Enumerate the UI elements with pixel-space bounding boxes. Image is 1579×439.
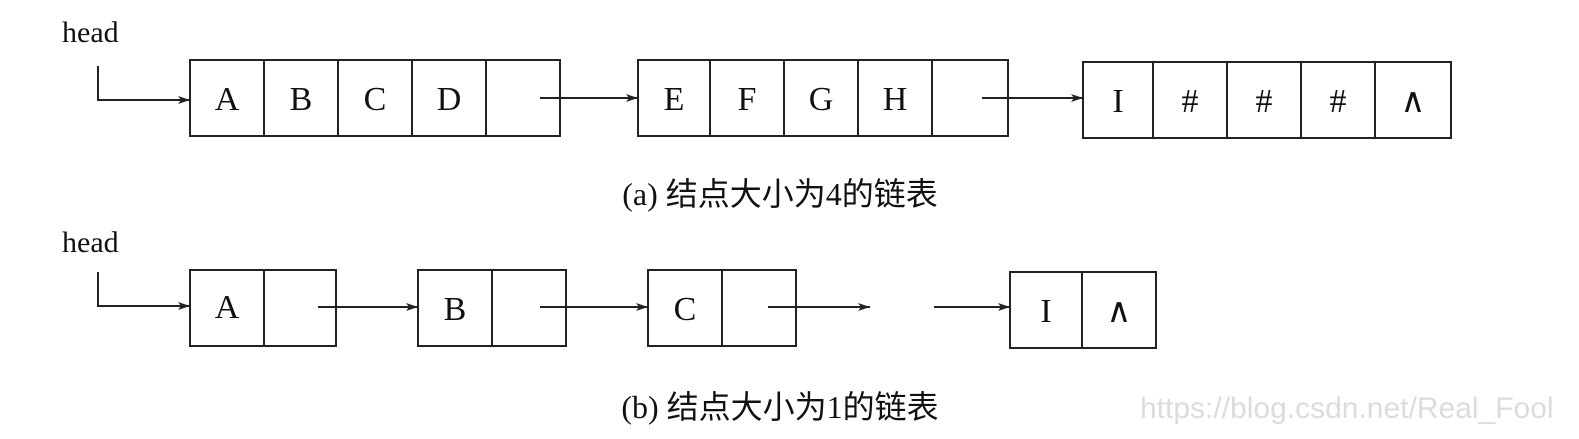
head-pointer-b bbox=[97, 272, 190, 310]
diagram-b: head A B C I ∧ (b) 结点大小为1的链表 bbox=[62, 226, 1157, 425]
node-cell-text: B bbox=[290, 81, 313, 118]
node-cell-text: C bbox=[364, 81, 387, 118]
linked-list-diagram: https://blog.csdn.net/Real_Fool head A B… bbox=[62, 16, 1554, 425]
head-label-a: head bbox=[62, 16, 119, 49]
node-a-1: E F G H bbox=[637, 59, 1009, 137]
node-cell-text: B bbox=[444, 291, 467, 328]
node-a-2: I # # # ∧ bbox=[1082, 61, 1452, 139]
node-cell-text: I bbox=[1112, 83, 1123, 120]
caption-b: (b) 结点大小为1的链表 bbox=[621, 389, 938, 425]
node-cell-text: # bbox=[1182, 83, 1199, 120]
head-label-b: head bbox=[62, 226, 119, 259]
node-b-3: I ∧ bbox=[1009, 271, 1157, 349]
diagram-a: head A B C D E F G H I # # # ∧ (a) 结点大小为… bbox=[62, 16, 1452, 212]
null-pointer-symbol: ∧ bbox=[1401, 83, 1426, 120]
null-pointer-symbol: ∧ bbox=[1107, 293, 1132, 330]
node-cell-text: # bbox=[1330, 83, 1347, 120]
node-cell-text: F bbox=[738, 81, 757, 118]
node-cell-text: G bbox=[809, 81, 834, 118]
node-b-0: A bbox=[189, 269, 337, 347]
node-a-0: A B C D bbox=[189, 59, 561, 137]
node-cell-text: E bbox=[664, 81, 685, 118]
node-cell-text: H bbox=[883, 81, 908, 118]
node-cell-text: D bbox=[437, 81, 462, 118]
node-cell-text: # bbox=[1256, 83, 1273, 120]
node-cell-text: A bbox=[215, 81, 240, 118]
node-cell-text: I bbox=[1040, 293, 1051, 330]
node-cell-text: C bbox=[674, 291, 697, 328]
head-pointer-a bbox=[97, 66, 190, 104]
watermark: https://blog.csdn.net/Real_Fool bbox=[1140, 392, 1554, 425]
caption-a: (a) 结点大小为4的链表 bbox=[622, 176, 938, 212]
node-cell-text: A bbox=[215, 289, 240, 326]
